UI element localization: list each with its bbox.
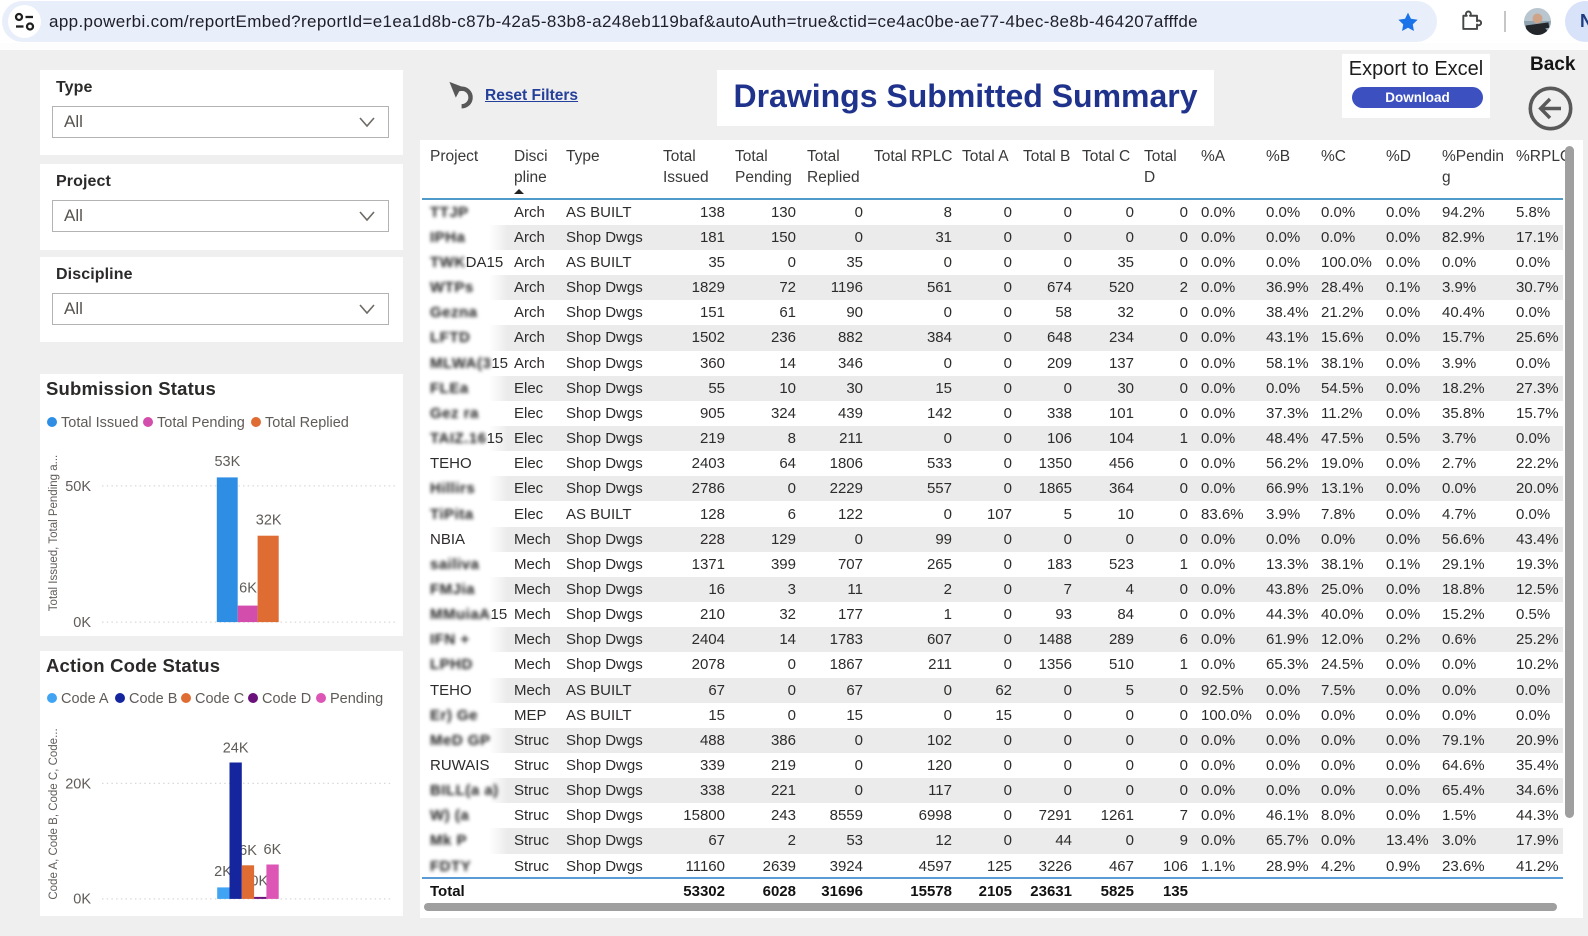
svg-text:6K: 6K [239,580,257,596]
svg-text:0K: 0K [73,615,91,631]
svg-text:50K: 50K [65,479,91,495]
svg-text:0K: 0K [73,892,91,908]
svg-text:2K: 2K [214,864,232,880]
svg-text:32K: 32K [256,513,282,529]
svg-text:6K: 6K [264,842,282,858]
svg-text:24K: 24K [223,740,249,756]
svg-text:Total Issued, Total Pending a.: Total Issued, Total Pending a... [48,455,60,611]
svg-text:Code A, Code B, Code C, Code..: Code A, Code B, Code C, Code... [48,728,60,899]
svg-text:6K: 6K [239,843,257,859]
svg-text:20K: 20K [65,776,91,792]
svg-text:53K: 53K [214,454,240,470]
